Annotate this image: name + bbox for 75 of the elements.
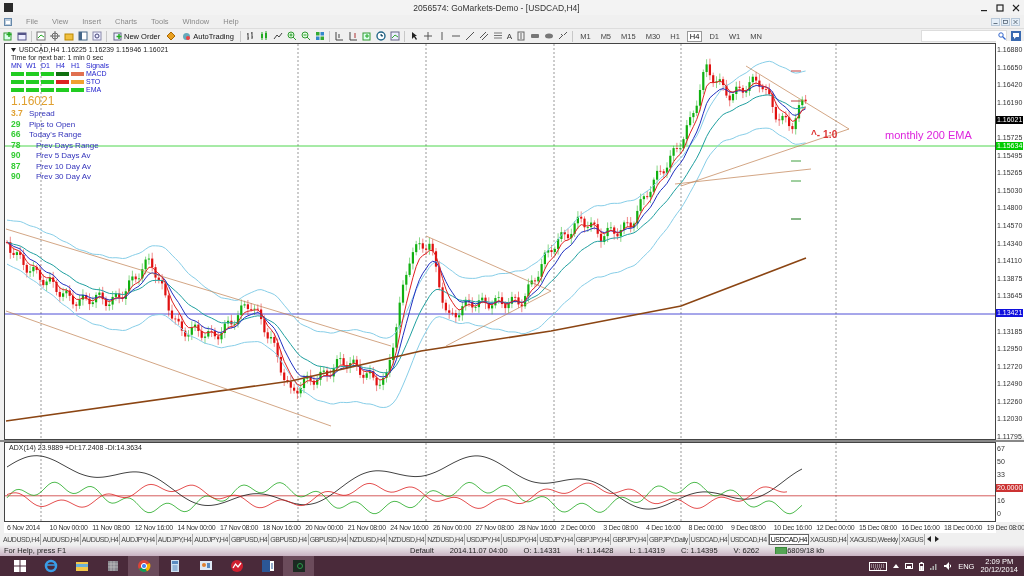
- trendline-icon[interactable]: [464, 31, 475, 41]
- document-icon: [4, 17, 12, 26]
- scroll-right-icon[interactable]: [934, 536, 940, 542]
- chart-add-icon[interactable]: [3, 31, 13, 41]
- dash-mark: [790, 100, 802, 102]
- window-icon[interactable]: [17, 31, 27, 41]
- stat-label: Spread: [29, 109, 55, 119]
- connection-icon: [775, 547, 788, 554]
- chart-icon[interactable]: [36, 31, 46, 41]
- trading-app-icon[interactable]: [291, 559, 306, 573]
- scroll-left-icon[interactable]: [927, 536, 933, 542]
- text-tool-button[interactable]: A: [506, 31, 513, 41]
- bar-chart-icon[interactable]: [244, 31, 255, 41]
- battery-icon[interactable]: [919, 561, 925, 571]
- window-title: 2056574: GoMarkets-Demo - [USDCAD,H4]: [412, 2, 581, 13]
- grid-icon[interactable]: [314, 31, 325, 41]
- chrome-logo-icon[interactable]: [136, 559, 151, 573]
- stat-value: 29: [11, 119, 22, 129]
- rectangle-icon[interactable]: [530, 31, 541, 41]
- fibonacci-icon[interactable]: [492, 31, 503, 41]
- chart-marker-text: ^- 1:0: [811, 129, 838, 140]
- zoom-out-icon[interactable]: [300, 31, 311, 41]
- crosshair-icon[interactable]: [422, 31, 433, 41]
- folder-icon[interactable]: [74, 559, 89, 573]
- maximize-icon[interactable]: [996, 3, 1004, 12]
- ellipse-icon[interactable]: [544, 31, 555, 41]
- chart-app-icon[interactable]: [229, 559, 244, 573]
- magnifier-icon[interactable]: [92, 31, 102, 41]
- restore-icon[interactable]: [1001, 17, 1010, 26]
- keyboard-icon[interactable]: [869, 561, 888, 571]
- stat-value: 90: [11, 151, 22, 161]
- arrows-icon[interactable]: [558, 31, 569, 41]
- dash-mark: [790, 218, 802, 220]
- dash-mark: [790, 70, 802, 72]
- signal-icon[interactable]: [930, 562, 939, 570]
- stat-label: Pips to Open: [29, 119, 76, 129]
- template-icon[interactable]: [389, 31, 400, 41]
- close-icon[interactable]: [1012, 3, 1020, 12]
- speaker-icon[interactable]: [944, 562, 953, 570]
- grid-icon[interactable]: [105, 559, 120, 573]
- browser-icon[interactable]: [43, 559, 58, 573]
- dropdown-icon[interactable]: [11, 47, 16, 52]
- panel-icon[interactable]: [78, 31, 88, 41]
- line-chart-icon[interactable]: [272, 31, 283, 41]
- chart-label: monthly 200 EMA: [885, 129, 972, 141]
- dash-mark: [790, 180, 802, 182]
- stat-value: 3.7: [11, 109, 24, 119]
- stat-value: 90: [11, 172, 22, 182]
- candle-chart-icon[interactable]: [258, 31, 269, 41]
- up-arrow-icon[interactable]: [893, 564, 900, 568]
- text-label-icon[interactable]: [516, 31, 527, 41]
- windows-logo-icon[interactable]: [12, 559, 27, 573]
- stat-label: Prev 10 Day Av: [35, 161, 91, 171]
- stat-label: Prev Days Range: [35, 140, 99, 150]
- chat-icon[interactable]: [1011, 31, 1021, 41]
- network-icon[interactable]: [905, 562, 914, 570]
- crosshair-icon[interactable]: [50, 31, 60, 41]
- search-field[interactable]: [921, 30, 1007, 42]
- zoom-in-icon[interactable]: [286, 31, 297, 41]
- search-icon: [998, 32, 1006, 40]
- presentation-icon[interactable]: [198, 559, 213, 573]
- clock-icon[interactable]: [375, 31, 386, 41]
- word-processor-icon[interactable]: [260, 559, 275, 573]
- stat-label: Prev 5 Days Av: [35, 151, 91, 161]
- price-value: 1.16021: [11, 94, 56, 108]
- app-icon: [4, 3, 13, 12]
- stat-label: Today's Range: [29, 130, 82, 140]
- stat-value: 66: [11, 130, 22, 140]
- channel-icon[interactable]: [478, 31, 489, 41]
- stat-label: Prev 30 Day Av: [35, 172, 91, 182]
- stat-value: 87: [11, 161, 22, 171]
- plus-icon: [113, 31, 122, 41]
- diamond-icon[interactable]: [166, 31, 177, 41]
- dash-mark: [790, 160, 802, 162]
- stat-value: 78: [11, 140, 22, 150]
